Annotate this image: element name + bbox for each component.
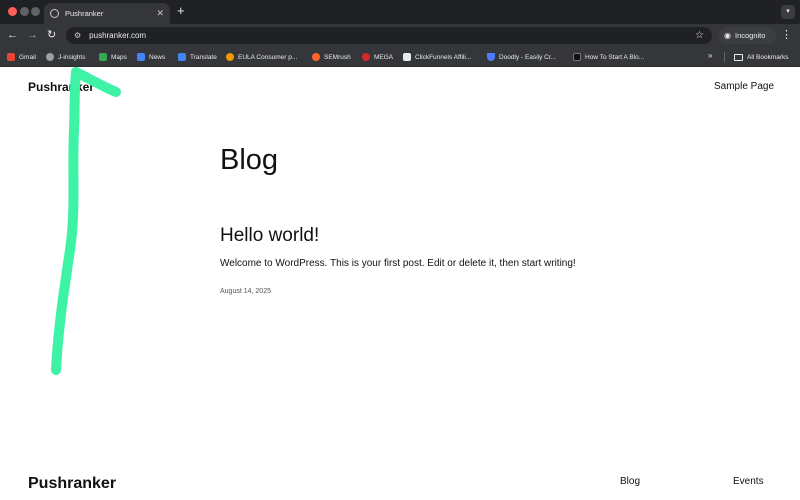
bookmark-label: MEGA xyxy=(374,53,394,61)
gmail-icon xyxy=(7,53,15,61)
bookmark-item[interactable]: Gmail xyxy=(7,50,36,64)
tab-strip: Pushranker ✕ + ▾ xyxy=(0,0,800,24)
translate-icon xyxy=(178,53,186,61)
site-info-icon[interactable]: ⚙ xyxy=(74,31,81,40)
bookmark-item[interactable]: SEMrush xyxy=(312,50,351,64)
forward-button[interactable]: → xyxy=(27,28,38,42)
page-title: Blog xyxy=(220,144,279,176)
bookmark-label: ClickFunnels Affili... xyxy=(415,53,472,61)
bookmark-label: Translate xyxy=(190,53,217,61)
menu-kebab-icon[interactable]: ⋮ xyxy=(781,28,792,42)
incognito-profile-button[interactable]: ◉ Incognito xyxy=(718,27,776,44)
doodly-icon xyxy=(487,53,495,61)
bookmark-star-icon[interactable]: ☆ xyxy=(695,30,704,41)
all-bookmarks-button[interactable]: All Bookmarks xyxy=(734,50,789,64)
incognito-icon: ◉ xyxy=(724,31,731,40)
close-icon[interactable]: ✕ xyxy=(156,9,164,18)
browser-toolbar: ← → ↻ ⚙ pushranker.com ☆ ◉ Incognito ⋮ xyxy=(0,24,800,47)
mega-icon xyxy=(362,53,370,61)
window-minimize-button[interactable] xyxy=(20,7,29,16)
post-title[interactable]: Hello world! xyxy=(220,225,319,247)
bookmark-item[interactable]: EULA Consumer p... xyxy=(226,50,297,64)
folder-icon xyxy=(734,53,743,61)
tab-title: Pushranker xyxy=(65,9,104,18)
bookmark-item[interactable]: J-insights xyxy=(46,50,85,64)
tab-active[interactable]: Pushranker ✕ xyxy=(44,3,170,24)
eula-icon xyxy=(226,53,234,61)
site-title[interactable]: Pushranker xyxy=(28,80,94,94)
news-icon xyxy=(137,53,145,61)
bookmark-label: SEMrush xyxy=(324,53,351,61)
bookmark-label: News xyxy=(149,53,166,61)
bookmarks-divider xyxy=(724,52,725,62)
maps-icon xyxy=(99,53,107,61)
bookmark-label: EULA Consumer p... xyxy=(238,53,298,61)
new-tab-button[interactable]: + xyxy=(177,4,185,18)
incognito-label: Incognito xyxy=(734,31,766,40)
bookmark-item[interactable]: Translate xyxy=(178,50,217,64)
semrush-icon xyxy=(312,53,320,61)
bookmark-item[interactable]: How To Start A Blo... xyxy=(573,50,644,64)
footer-link-blog[interactable]: Blog xyxy=(620,476,640,487)
address-bar-url[interactable]: pushranker.com xyxy=(89,31,695,40)
clickfunnels-icon xyxy=(403,53,411,61)
bookmarks-overflow-icon[interactable]: » xyxy=(708,51,712,60)
footer-link-events[interactable]: Events xyxy=(733,476,764,487)
bookmark-item[interactable]: ClickFunnels Affili... xyxy=(403,50,471,64)
bookmark-label: How To Start A Blo... xyxy=(585,53,645,61)
globe-icon xyxy=(46,53,54,61)
annotation-arrow xyxy=(51,67,121,375)
medium-icon xyxy=(573,53,581,61)
bookmark-label: J-insights xyxy=(58,53,86,61)
address-bar[interactable]: ⚙ pushranker.com ☆ xyxy=(66,27,712,44)
nav-link-sample-page[interactable]: Sample Page xyxy=(714,81,774,92)
all-bookmarks-label: All Bookmarks xyxy=(747,53,789,61)
bookmark-label: Maps xyxy=(111,53,127,61)
bookmark-item[interactable]: MEGA xyxy=(362,50,393,64)
window-close-button[interactable] xyxy=(8,7,17,16)
back-button[interactable]: ← xyxy=(7,28,18,42)
globe-icon xyxy=(50,9,59,18)
bookmark-item[interactable]: Maps xyxy=(99,50,127,64)
bookmark-label: Doodly - Easily Cr... xyxy=(499,53,557,61)
bookmark-label: Gmail xyxy=(19,53,36,61)
annotation-arrow-shaft xyxy=(51,67,81,375)
reload-button[interactable]: ↻ xyxy=(47,28,56,42)
post-excerpt: Welcome to WordPress. This is your first… xyxy=(220,258,576,269)
post-date: August 14, 2025 xyxy=(220,288,271,295)
bookmarks-bar: Gmail J-insights Maps News Translate EUL… xyxy=(0,47,800,67)
bookmark-item[interactable]: Doodly - Easily Cr... xyxy=(487,50,556,64)
bookmark-item[interactable]: News xyxy=(137,50,165,64)
window-maximize-button[interactable] xyxy=(31,7,40,16)
footer-site-title[interactable]: Pushranker xyxy=(28,475,116,493)
chevron-down-icon[interactable]: ▾ xyxy=(781,5,795,19)
